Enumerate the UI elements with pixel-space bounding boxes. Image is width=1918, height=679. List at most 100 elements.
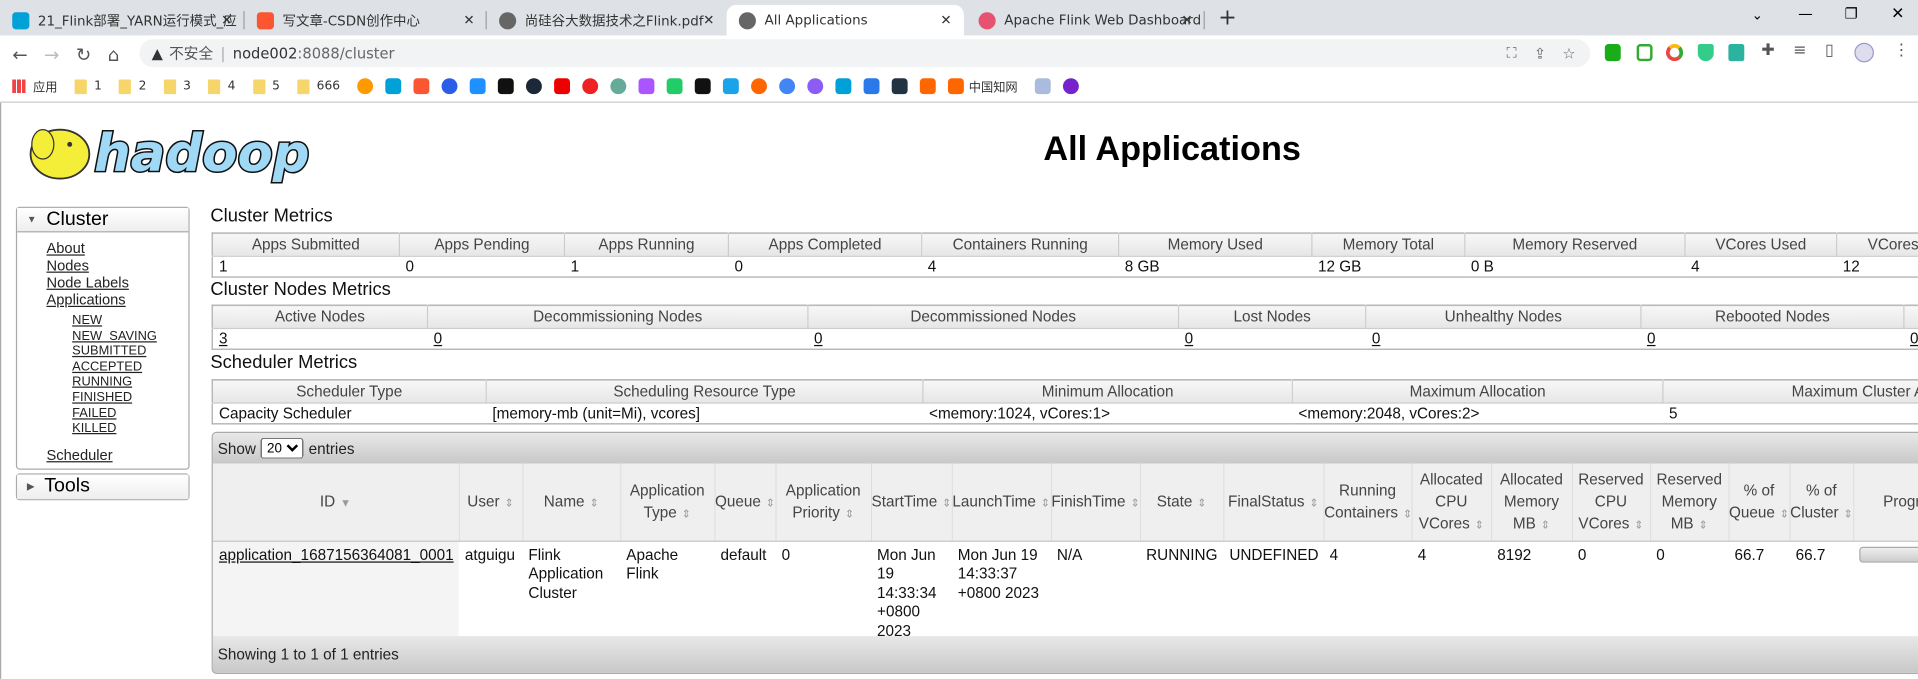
extension-icon[interactable] (1604, 44, 1621, 62)
bookmark-site-icon[interactable] (891, 78, 908, 95)
metric-link[interactable]: 0 (1647, 330, 1656, 347)
close-tab-icon[interactable]: ✕ (221, 12, 232, 28)
bookmark-site-icon[interactable] (554, 78, 570, 95)
bookmark-site-icon[interactable] (807, 78, 824, 95)
metric-link[interactable]: 0 (434, 330, 443, 347)
column-header[interactable]: State ⇕ (1140, 463, 1224, 542)
sidebar-link-new[interactable]: NEW (72, 313, 188, 328)
column-header[interactable]: FinishTime ⇕ (1050, 463, 1141, 542)
bookmark-site-icon[interactable] (441, 78, 458, 95)
sidebar-link-about[interactable]: About (46, 240, 188, 257)
menu-icon[interactable]: ⋮ (1894, 42, 1910, 60)
sort-icon[interactable]: ⇕ (1130, 496, 1139, 508)
metric-link[interactable]: 0 (1372, 330, 1381, 347)
sidepanel-icon[interactable]: ▯ (1825, 42, 1834, 60)
sort-icon[interactable]: ⇕ (1634, 518, 1643, 530)
column-header[interactable]: Name ⇕ (522, 463, 621, 542)
column-header[interactable]: % of Cluster ⇕ (1789, 463, 1854, 542)
bookmark-star-icon[interactable]: ☆ (1562, 45, 1575, 62)
sort-icon[interactable]: ⇕ (766, 496, 775, 508)
translate-icon[interactable]: ⛶ (1506, 44, 1516, 62)
tools-section-header[interactable]: ▶ Tools (17, 474, 189, 499)
column-header[interactable]: FinalStatus ⇕ (1223, 463, 1325, 542)
extension-icon[interactable] (1728, 44, 1745, 62)
column-header[interactable]: LaunchTime ⇕ (951, 463, 1052, 542)
bookmark-folder[interactable]: 1 (74, 78, 102, 94)
bookmark-site-icon[interactable] (779, 78, 796, 95)
close-tab-icon[interactable]: ✕ (1181, 12, 1192, 28)
bookmark-site-icon[interactable] (919, 78, 936, 95)
sort-icon[interactable]: ⇕ (1780, 507, 1789, 519)
sort-icon[interactable]: ⇕ (845, 507, 854, 519)
sort-icon[interactable]: ⇕ (1041, 496, 1050, 508)
bookmark-site-icon[interactable] (722, 78, 739, 95)
url-input[interactable]: ▲ 不安全 | node002:8088/cluster ⛶ ⇪ ☆ (139, 39, 1591, 68)
sidebar-link-scheduler[interactable]: Scheduler (46, 446, 188, 463)
metric-link[interactable]: 0 (814, 330, 823, 347)
bookmark-site-icon[interactable] (357, 78, 374, 95)
column-header[interactable]: % of Queue ⇕ (1728, 463, 1791, 542)
profile-avatar[interactable] (1854, 42, 1874, 63)
metric-link[interactable]: 0 (1185, 330, 1194, 347)
close-tab-icon[interactable]: ✕ (703, 12, 714, 28)
bookmark-site-icon[interactable] (525, 78, 542, 95)
bookmark-folder[interactable]: 666 (297, 78, 340, 94)
bookmark-site-icon[interactable] (610, 78, 627, 95)
column-header[interactable]: Queue ⇕ (714, 463, 777, 542)
column-header[interactable]: Application Type ⇕ (620, 463, 715, 542)
extension-icon[interactable] (1636, 44, 1653, 62)
bookmark-folder[interactable]: 4 (208, 78, 235, 94)
sidebar-link-applications[interactable]: Applications (46, 291, 188, 308)
sort-icon[interactable]: ⇕ (1475, 518, 1484, 530)
sort-icon[interactable]: ⇕ (1541, 518, 1550, 530)
sort-icon[interactable]: ▼ (340, 496, 351, 508)
bookmark-apps[interactable]: 应用 (12, 77, 57, 95)
bookmark-site-icon[interactable] (385, 78, 402, 95)
extension-icon[interactable] (1697, 44, 1714, 62)
sidebar-link-nodes[interactable]: Nodes (46, 257, 188, 274)
sort-icon[interactable]: ⇕ (1309, 496, 1318, 508)
restore-icon[interactable]: ❐ (1845, 5, 1858, 22)
cluster-section-header[interactable]: ▼ Cluster (17, 207, 189, 233)
sort-icon[interactable]: ⇕ (589, 496, 598, 508)
column-header[interactable]: Reserved Memory MB ⇕ (1650, 463, 1729, 542)
back-icon[interactable]: ← (12, 44, 27, 66)
sidebar-link-new-saving[interactable]: NEW_SAVING (72, 329, 188, 344)
bookmark-site-icon[interactable] (863, 78, 880, 95)
bookmark-site-icon[interactable] (469, 78, 486, 95)
browser-tab[interactable]: 写文章-CSDN创作中心 ✕ (245, 5, 487, 36)
new-tab-button[interactable]: + (1218, 5, 1236, 31)
bookmark-site-icon[interactable] (1034, 78, 1051, 95)
bookmark-site-icon[interactable] (666, 78, 683, 95)
column-header[interactable]: Running Containers ⇕ (1323, 463, 1413, 542)
metric-link[interactable]: 3 (219, 330, 228, 347)
tab-search-icon[interactable]: ⌄ (1752, 7, 1763, 23)
column-header[interactable]: Allocated Memory MB ⇕ (1491, 463, 1573, 542)
bookmark-site-icon[interactable] (638, 78, 655, 95)
metric-link[interactable]: 0 (1910, 330, 1918, 347)
bookmark-site-icon[interactable] (582, 78, 599, 95)
column-header[interactable]: ID ▼ (212, 463, 460, 542)
bookmark-site-icon[interactable] (751, 78, 767, 95)
close-tab-icon[interactable]: ✕ (463, 12, 474, 28)
media-icon[interactable]: ≡ (1793, 42, 1806, 60)
chrome-extension-icon[interactable] (1665, 44, 1684, 62)
sort-icon[interactable]: ⇕ (942, 496, 951, 508)
bookmark-site-icon[interactable] (835, 78, 852, 95)
browser-tab[interactable]: 21_Flink部署_YARN运行模式_应 ✕ (0, 5, 245, 36)
bookmark-site-icon[interactable] (497, 78, 514, 95)
sort-icon[interactable]: ⇕ (1843, 507, 1852, 519)
puzzle-icon[interactable]: ✚ (1761, 42, 1774, 60)
page-size-select[interactable]: 20 (260, 437, 304, 459)
column-header[interactable]: User ⇕ (458, 463, 523, 542)
sidebar-link-accepted[interactable]: ACCEPTED (72, 359, 188, 374)
column-header[interactable]: Application Priority ⇕ (775, 463, 872, 542)
column-header[interactable]: Allocated CPU VCores ⇕ (1411, 463, 1492, 542)
browser-tab-active[interactable]: All Applications ✕ (726, 4, 964, 36)
sort-icon[interactable]: ⇕ (682, 507, 691, 519)
share-icon[interactable]: ⇪ (1534, 45, 1546, 62)
bookmark-folder[interactable]: 2 (119, 78, 146, 94)
reload-icon[interactable]: ↻ (76, 44, 91, 66)
sidebar-link-submitted[interactable]: SUBMITTED (72, 344, 188, 359)
sidebar-link-node-labels[interactable]: Node Labels (46, 274, 188, 291)
